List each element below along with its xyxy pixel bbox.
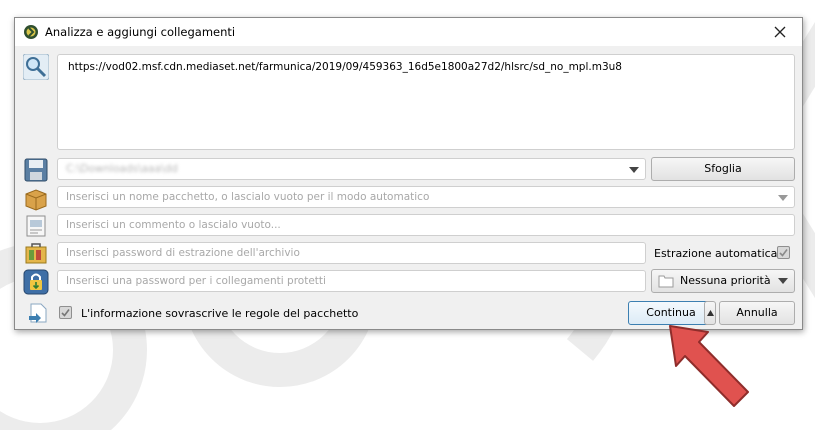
archive-password-placeholder: Inserisci password di estrazione dell'ar… xyxy=(66,247,300,259)
checkmark-icon xyxy=(779,249,788,257)
package-name-dropdown[interactable]: Inserisci un nome pacchetto, o lascialo … xyxy=(57,186,795,208)
package-box-icon xyxy=(25,189,47,211)
link-password-input[interactable]: Inserisci una password per i collegament… xyxy=(57,270,646,292)
save-path-value: C:\Downloads\aaa\dd xyxy=(66,163,178,175)
link-password-placeholder: Inserisci una password per i collegament… xyxy=(66,275,326,287)
file-arrow-icon xyxy=(29,303,47,323)
checkmark-icon xyxy=(61,309,70,317)
jdownloader-logo-icon xyxy=(24,25,38,39)
chevron-down-icon xyxy=(629,167,639,173)
auto-extract-checkbox[interactable] xyxy=(777,246,790,259)
browse-button[interactable]: Sfoglia xyxy=(651,157,795,181)
comment-input[interactable]: Inserisci un commento o lascialo vuoto..… xyxy=(57,214,795,236)
browse-label: Sfoglia xyxy=(704,162,742,175)
dialog-title: Analizza e aggiungi collegamenti xyxy=(45,25,236,39)
lock-download-icon xyxy=(23,269,49,295)
close-icon xyxy=(774,26,786,38)
auto-extract-label: Estrazione automatica xyxy=(654,247,778,260)
links-textarea[interactable]: https://vod02.msf.cdn.mediaset.net/farmu… xyxy=(57,54,795,150)
save-path-dropdown[interactable]: C:\Downloads\aaa\dd xyxy=(57,158,646,180)
title-bar: Analizza e aggiungi collegamenti xyxy=(15,18,802,46)
overwrite-rules-checkbox[interactable] xyxy=(59,306,72,319)
folder-icon xyxy=(658,275,674,288)
add-links-dialog: Analizza e aggiungi collegamenti https:/… xyxy=(14,17,803,330)
archive-password-input[interactable]: Inserisci password di estrazione dell'ar… xyxy=(57,242,646,264)
comment-note-icon xyxy=(26,215,46,237)
archive-password-icon xyxy=(25,243,47,264)
chevron-down-icon xyxy=(778,278,788,284)
overwrite-rules-label: L'informazione sovrascrive le regole del… xyxy=(81,307,359,320)
red-arrow-icon xyxy=(669,325,749,407)
url-text: https://vod02.msf.cdn.mediaset.net/farmu… xyxy=(68,61,622,73)
magnifier-icon xyxy=(23,54,49,80)
comment-placeholder: Inserisci un commento o lascialo vuoto..… xyxy=(66,219,281,231)
priority-dropdown[interactable]: Nessuna priorità xyxy=(651,269,795,293)
chevron-down-icon xyxy=(778,195,788,201)
priority-value: Nessuna priorità xyxy=(680,274,771,287)
floppy-disk-icon xyxy=(24,158,48,182)
package-placeholder: Inserisci un nome pacchetto, o lascialo … xyxy=(66,191,430,203)
close-button[interactable] xyxy=(758,18,802,46)
chevron-up-icon xyxy=(707,310,714,316)
